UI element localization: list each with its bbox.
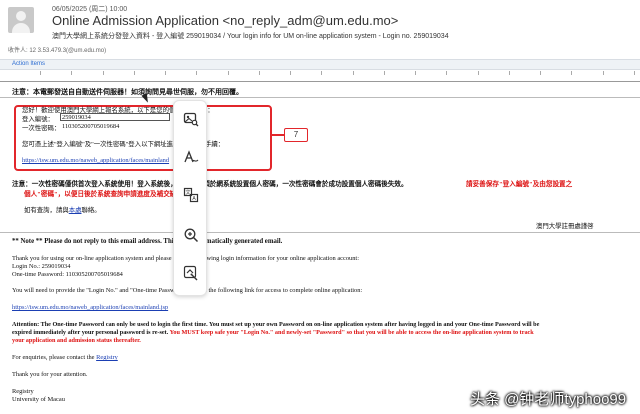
english-attention-3: your application and admission status th… xyxy=(12,337,141,344)
scan-icon[interactable] xyxy=(181,263,201,283)
english-note: ** Note ** Please do not reply to this e… xyxy=(12,238,283,245)
action-items-bar[interactable]: Action Items xyxy=(0,59,640,70)
login-label-zh: 登入編號： xyxy=(22,116,54,123)
sender-avatar xyxy=(8,7,34,33)
otp-value-zh: 110305200705019684 xyxy=(62,123,120,130)
svg-text:文: 文 xyxy=(185,189,190,196)
english-attention-2: expired immediately after your personal … xyxy=(12,329,534,336)
email-subtitle: 澳門大學網上系統分發登入資料 - 登入編號 259019034 / Your l… xyxy=(52,33,449,40)
divider xyxy=(0,97,640,98)
english-sig1: Registry xyxy=(12,388,34,395)
floating-toolbar: 文A xyxy=(173,100,207,296)
english-enquiry: For enquiries, please contact the Regist… xyxy=(12,354,118,361)
chinese-enquiry: 如有查詢，請與本處聯絡。 xyxy=(24,205,101,214)
enquiry-pre-en: For enquiries, please contact the xyxy=(12,354,97,361)
enquiry-link-en[interactable]: Registry xyxy=(96,354,118,361)
english-otp: One-time Password: 110305200705019684 xyxy=(12,271,123,278)
chinese-signature: 澳門大學註冊處謹啓 xyxy=(536,223,594,230)
english-attention-1: Attention: The One-time Password can onl… xyxy=(12,321,540,328)
english-sig2: University of Macau xyxy=(12,396,65,403)
email-subject: Online Admission Application <no_reply_a… xyxy=(52,13,399,28)
english-login: Login No.: 259019034 xyxy=(12,263,71,270)
application-link-zh[interactable]: https://isw.um.edu.mo/naweb_application/… xyxy=(22,157,169,164)
login-value-zh: 259019034 xyxy=(62,114,91,121)
watermark: 头条 @钟老师typhoo99 xyxy=(470,391,627,408)
enquiry-link-zh[interactable]: 本處 xyxy=(69,207,82,214)
action-items-label[interactable]: Action Items xyxy=(12,61,45,67)
divider xyxy=(0,232,640,233)
chinese-warning-red1: 請妥善保存"登入編號"及由您設置之 xyxy=(466,181,573,188)
ruler xyxy=(40,71,635,77)
attention-2a: expired immediately after your personal … xyxy=(12,329,170,336)
translate-icon[interactable]: 文A xyxy=(181,185,201,205)
callout-badge: 7 xyxy=(284,128,308,142)
attention-2b: You MUST keep safe your "Login No." and … xyxy=(169,329,534,336)
zoom-in-icon[interactable] xyxy=(181,225,201,245)
application-link-en[interactable]: https://isw.um.edu.mo/naweb_application/… xyxy=(12,304,168,311)
email-header: 06/05/2025 (周二) 10:00 Online Admission A… xyxy=(0,0,640,58)
enquiry-post-zh: 聯絡。 xyxy=(81,207,101,214)
chinese-notice: 注意：本電郵發送自自動送件伺服器！如須詢問見尋世伺服，勿不用回覆。 xyxy=(12,88,243,96)
callout-connector xyxy=(272,134,284,136)
divider xyxy=(0,81,640,82)
email-body: 注意：本電郵發送自自動送件伺服器！如須詢問見尋世伺服，勿不用回覆。 7 您好！歡… xyxy=(0,78,640,414)
image-search-icon[interactable] xyxy=(181,109,201,129)
chinese-warning-lead: 注意：一次性密碼僅供首次登入系統使用！登入系統後，申請人必須於網系統設置個人密碼… xyxy=(12,181,408,188)
english-thanks: Thank you for your attention. xyxy=(12,371,88,378)
enquiry-pre-zh: 如有查詢，請與 xyxy=(24,207,69,214)
handwriting-icon[interactable] xyxy=(181,147,201,167)
otp-label-zh: 一次性密碼： xyxy=(22,125,61,132)
email-recipient: 收件人: 12 3.53.479.3(@um.edu.mo) xyxy=(8,48,107,54)
